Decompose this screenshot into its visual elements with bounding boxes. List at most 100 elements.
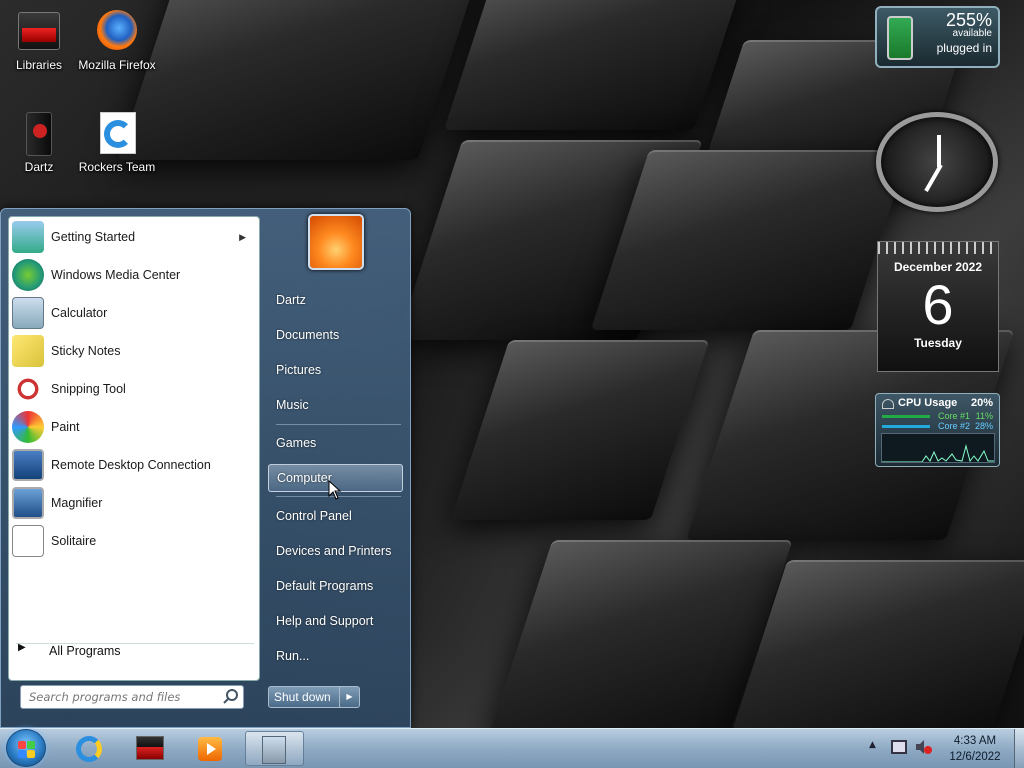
core2-label: Core #2 — [938, 421, 971, 431]
desktop-icon-label: Rockers Team — [78, 160, 156, 174]
show-desktop-button[interactable] — [1014, 729, 1024, 768]
clock-date: 12/6/2022 — [949, 751, 1001, 763]
program-solitaire[interactable]: Solitaire — [12, 523, 256, 559]
shutdown-button[interactable]: Shut down ▶ — [268, 686, 360, 708]
calendar-rings — [878, 242, 998, 254]
program-remote-desktop[interactable]: Remote Desktop Connection — [12, 447, 256, 483]
program-label: Calculator — [51, 306, 108, 320]
link-devices-printers[interactable]: Devices and Printers — [268, 538, 403, 566]
cpu-graph — [881, 433, 995, 463]
desktop-icon-label: Libraries — [15, 58, 63, 72]
remote-desktop-icon — [12, 449, 44, 481]
link-help-support[interactable]: Help and Support — [268, 608, 403, 636]
media-center-icon — [12, 259, 44, 291]
link-run[interactable]: Run... — [268, 643, 403, 671]
desktop-icon-firefox[interactable]: Mozilla Firefox — [78, 8, 156, 73]
solitaire-icon — [12, 525, 44, 557]
play-icon — [207, 743, 216, 755]
core2-bar — [882, 425, 930, 428]
calendar-month-year: December 2022 — [893, 260, 983, 274]
all-programs-button[interactable]: ▶ All Programs — [8, 640, 258, 662]
program-label: Paint — [51, 420, 80, 434]
clock-hand-hour — [937, 135, 941, 167]
libraries-icon — [16, 8, 62, 54]
shutdown-options-arrow-icon[interactable]: ▶ — [339, 687, 359, 707]
user-folder-icon — [16, 110, 62, 156]
firefox-icon — [94, 8, 140, 54]
battery-status-available: available — [952, 28, 992, 39]
core1-value: 11% — [975, 411, 993, 421]
program-snipping-tool[interactable]: Snipping Tool — [12, 371, 256, 407]
link-documents[interactable]: Documents — [268, 322, 403, 350]
show-hidden-icons-button[interactable]: ▲ — [869, 740, 876, 750]
desktop-icon-label: Dartz — [24, 160, 54, 174]
windows-logo-icon — [27, 741, 35, 749]
analog-clock-gadget[interactable] — [876, 112, 998, 212]
clock-hand-minute — [924, 164, 943, 192]
program-label: Snipping Tool — [51, 382, 126, 396]
core1-bar — [882, 415, 930, 418]
program-label: Remote Desktop Connection — [51, 458, 211, 472]
mouse-cursor-icon — [328, 480, 342, 500]
taskbar-internet-explorer[interactable] — [64, 731, 116, 766]
libraries-icon — [136, 736, 164, 760]
magnifier-icon — [12, 487, 44, 519]
right-separator — [276, 424, 401, 425]
desktop-icon-dartz[interactable]: Dartz — [0, 110, 78, 175]
battery-icon — [887, 16, 913, 60]
program-media-center[interactable]: Windows Media Center — [12, 257, 256, 293]
internet-explorer-icon — [76, 736, 102, 762]
program-getting-started[interactable]: Getting Started ▶ — [12, 219, 256, 255]
network-icon[interactable] — [891, 740, 907, 754]
windows-logo-icon — [18, 741, 26, 749]
link-music[interactable]: Music — [268, 392, 403, 420]
program-sticky-notes[interactable]: Sticky Notes — [12, 333, 256, 369]
core1-label: Core #1 — [938, 411, 971, 421]
program-label: Windows Media Center — [51, 268, 181, 282]
battery-gadget[interactable]: 255% available plugged in — [875, 6, 1000, 68]
desktop-icon-rockers-team[interactable]: Rockers Team — [78, 110, 156, 175]
battery-status-plugged: plugged in — [936, 41, 992, 55]
desktop-icon-label: Mozilla Firefox — [78, 58, 156, 72]
link-games[interactable]: Games — [268, 430, 403, 458]
desktop-icon-libraries[interactable]: Libraries — [0, 8, 78, 73]
start-button[interactable] — [6, 729, 46, 767]
all-programs-label: All Programs — [49, 644, 121, 658]
user-avatar[interactable] — [308, 214, 364, 270]
taskbar-clock[interactable]: 4:33 AM 12/6/2022 — [940, 733, 1010, 765]
calculator-icon — [12, 297, 44, 329]
volume-muted-icon[interactable] — [914, 739, 932, 755]
windows-logo-icon — [18, 750, 26, 758]
calendar-weekday: Tuesday — [914, 336, 962, 350]
getting-started-icon — [12, 221, 44, 253]
windows-logo-icon — [27, 750, 35, 758]
clock-time: 4:33 AM — [953, 735, 997, 747]
cpu-gauge-icon — [882, 399, 894, 409]
shutdown-label: Shut down — [274, 690, 331, 704]
cpu-usage-gadget[interactable]: CPU Usage 20% Core #1 11% Core #2 28% — [875, 393, 1000, 467]
taskbar-libraries[interactable] — [124, 731, 176, 766]
wallpaper-cube — [117, 0, 483, 160]
calendar-day: 6 — [922, 273, 954, 336]
paint-icon — [12, 411, 44, 443]
wallpaper-cube — [450, 340, 710, 520]
link-default-programs[interactable]: Default Programs — [268, 573, 403, 601]
search-input[interactable]: Search programs and files — [20, 685, 244, 709]
program-label: Sticky Notes — [51, 344, 121, 358]
taskbar-active-window[interactable] — [245, 731, 304, 766]
cpu-title: CPU Usage — [898, 397, 958, 409]
program-magnifier[interactable]: Magnifier — [12, 485, 256, 521]
submenu-arrow-icon: ▶ — [239, 231, 246, 242]
core2-value: 28% — [974, 421, 993, 431]
program-calculator[interactable]: Calculator — [12, 295, 256, 331]
program-label: Magnifier — [51, 496, 103, 510]
snipping-tool-icon — [12, 373, 44, 405]
link-user-dartz[interactable]: Dartz — [268, 287, 403, 315]
program-paint[interactable]: Paint — [12, 409, 256, 445]
wallpaper-cube — [444, 0, 746, 130]
search-icon[interactable] — [222, 688, 240, 706]
taskbar-media-player[interactable] — [184, 731, 236, 766]
link-control-panel[interactable]: Control Panel — [268, 503, 403, 531]
calendar-gadget[interactable]: December 2022 6 Tuesday — [877, 241, 999, 372]
link-pictures[interactable]: Pictures — [268, 357, 403, 385]
